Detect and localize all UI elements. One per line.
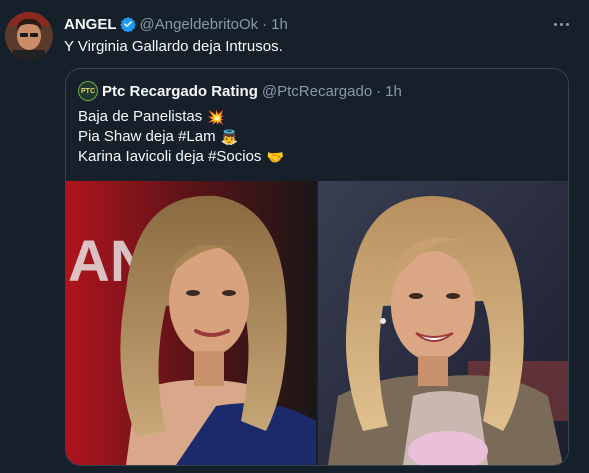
handshake-emoji: 🤝 (266, 149, 284, 165)
separator-dot: · (262, 15, 268, 33)
quoted-tweet[interactable]: PTC Ptc Recargado Rating @PtcRecargado ·… (65, 68, 569, 466)
tweet-timestamp[interactable]: 1h (271, 16, 288, 33)
more-dot-icon (565, 22, 569, 26)
quoted-tweet-timestamp[interactable]: 1h (385, 83, 402, 100)
more-options-button[interactable] (551, 14, 571, 34)
quoted-line-text: Pia Shaw deja #Lam (78, 128, 216, 145)
quoted-text-line: Baja de Panelistas 💥 (78, 107, 284, 127)
quoted-author-avatar[interactable]: PTC (78, 81, 98, 101)
quoted-line-text: Baja de Panelistas (78, 108, 203, 125)
verified-badge-icon (119, 16, 136, 33)
quoted-text-line: Karina Iavicoli deja #Socios 🤝 (78, 147, 284, 167)
photo-woman-sequin-dress[interactable]: AN (66, 181, 316, 465)
quoted-media[interactable]: AN (66, 181, 568, 465)
quoted-tweet-text: Baja de Panelistas 💥 Pia Shaw deja #Lam … (78, 107, 284, 167)
author-name[interactable]: ANGEL (64, 16, 117, 33)
angel-emoji: 👼 (220, 129, 239, 145)
quoted-author-name[interactable]: Ptc Recargado Rating (102, 83, 258, 100)
photo-woman-smiling-studio[interactable] (318, 181, 568, 465)
quoted-tweet-header: PTC Ptc Recargado Rating @PtcRecargado ·… (78, 81, 402, 101)
collision-emoji: 💥 (207, 109, 225, 125)
author-avatar[interactable] (5, 12, 53, 60)
tweet[interactable]: ANGEL @AngeldebritoOk · 1h Y Virginia Ga… (0, 0, 589, 473)
tweet-header: ANGEL @AngeldebritoOk · 1h (64, 15, 288, 33)
more-dot-icon (553, 22, 557, 26)
author-handle[interactable]: @AngeldebritoOk (140, 16, 259, 33)
tweet-text: Y Virginia Gallardo deja Intrusos. (64, 38, 283, 55)
more-dot-icon (559, 22, 563, 26)
separator-dot: · (376, 82, 382, 100)
quoted-text-line: Pia Shaw deja #Lam 👼 (78, 127, 284, 147)
quoted-author-handle[interactable]: @PtcRecargado (262, 83, 372, 100)
quoted-line-text: Karina Iavicoli deja #Socios (78, 148, 262, 165)
